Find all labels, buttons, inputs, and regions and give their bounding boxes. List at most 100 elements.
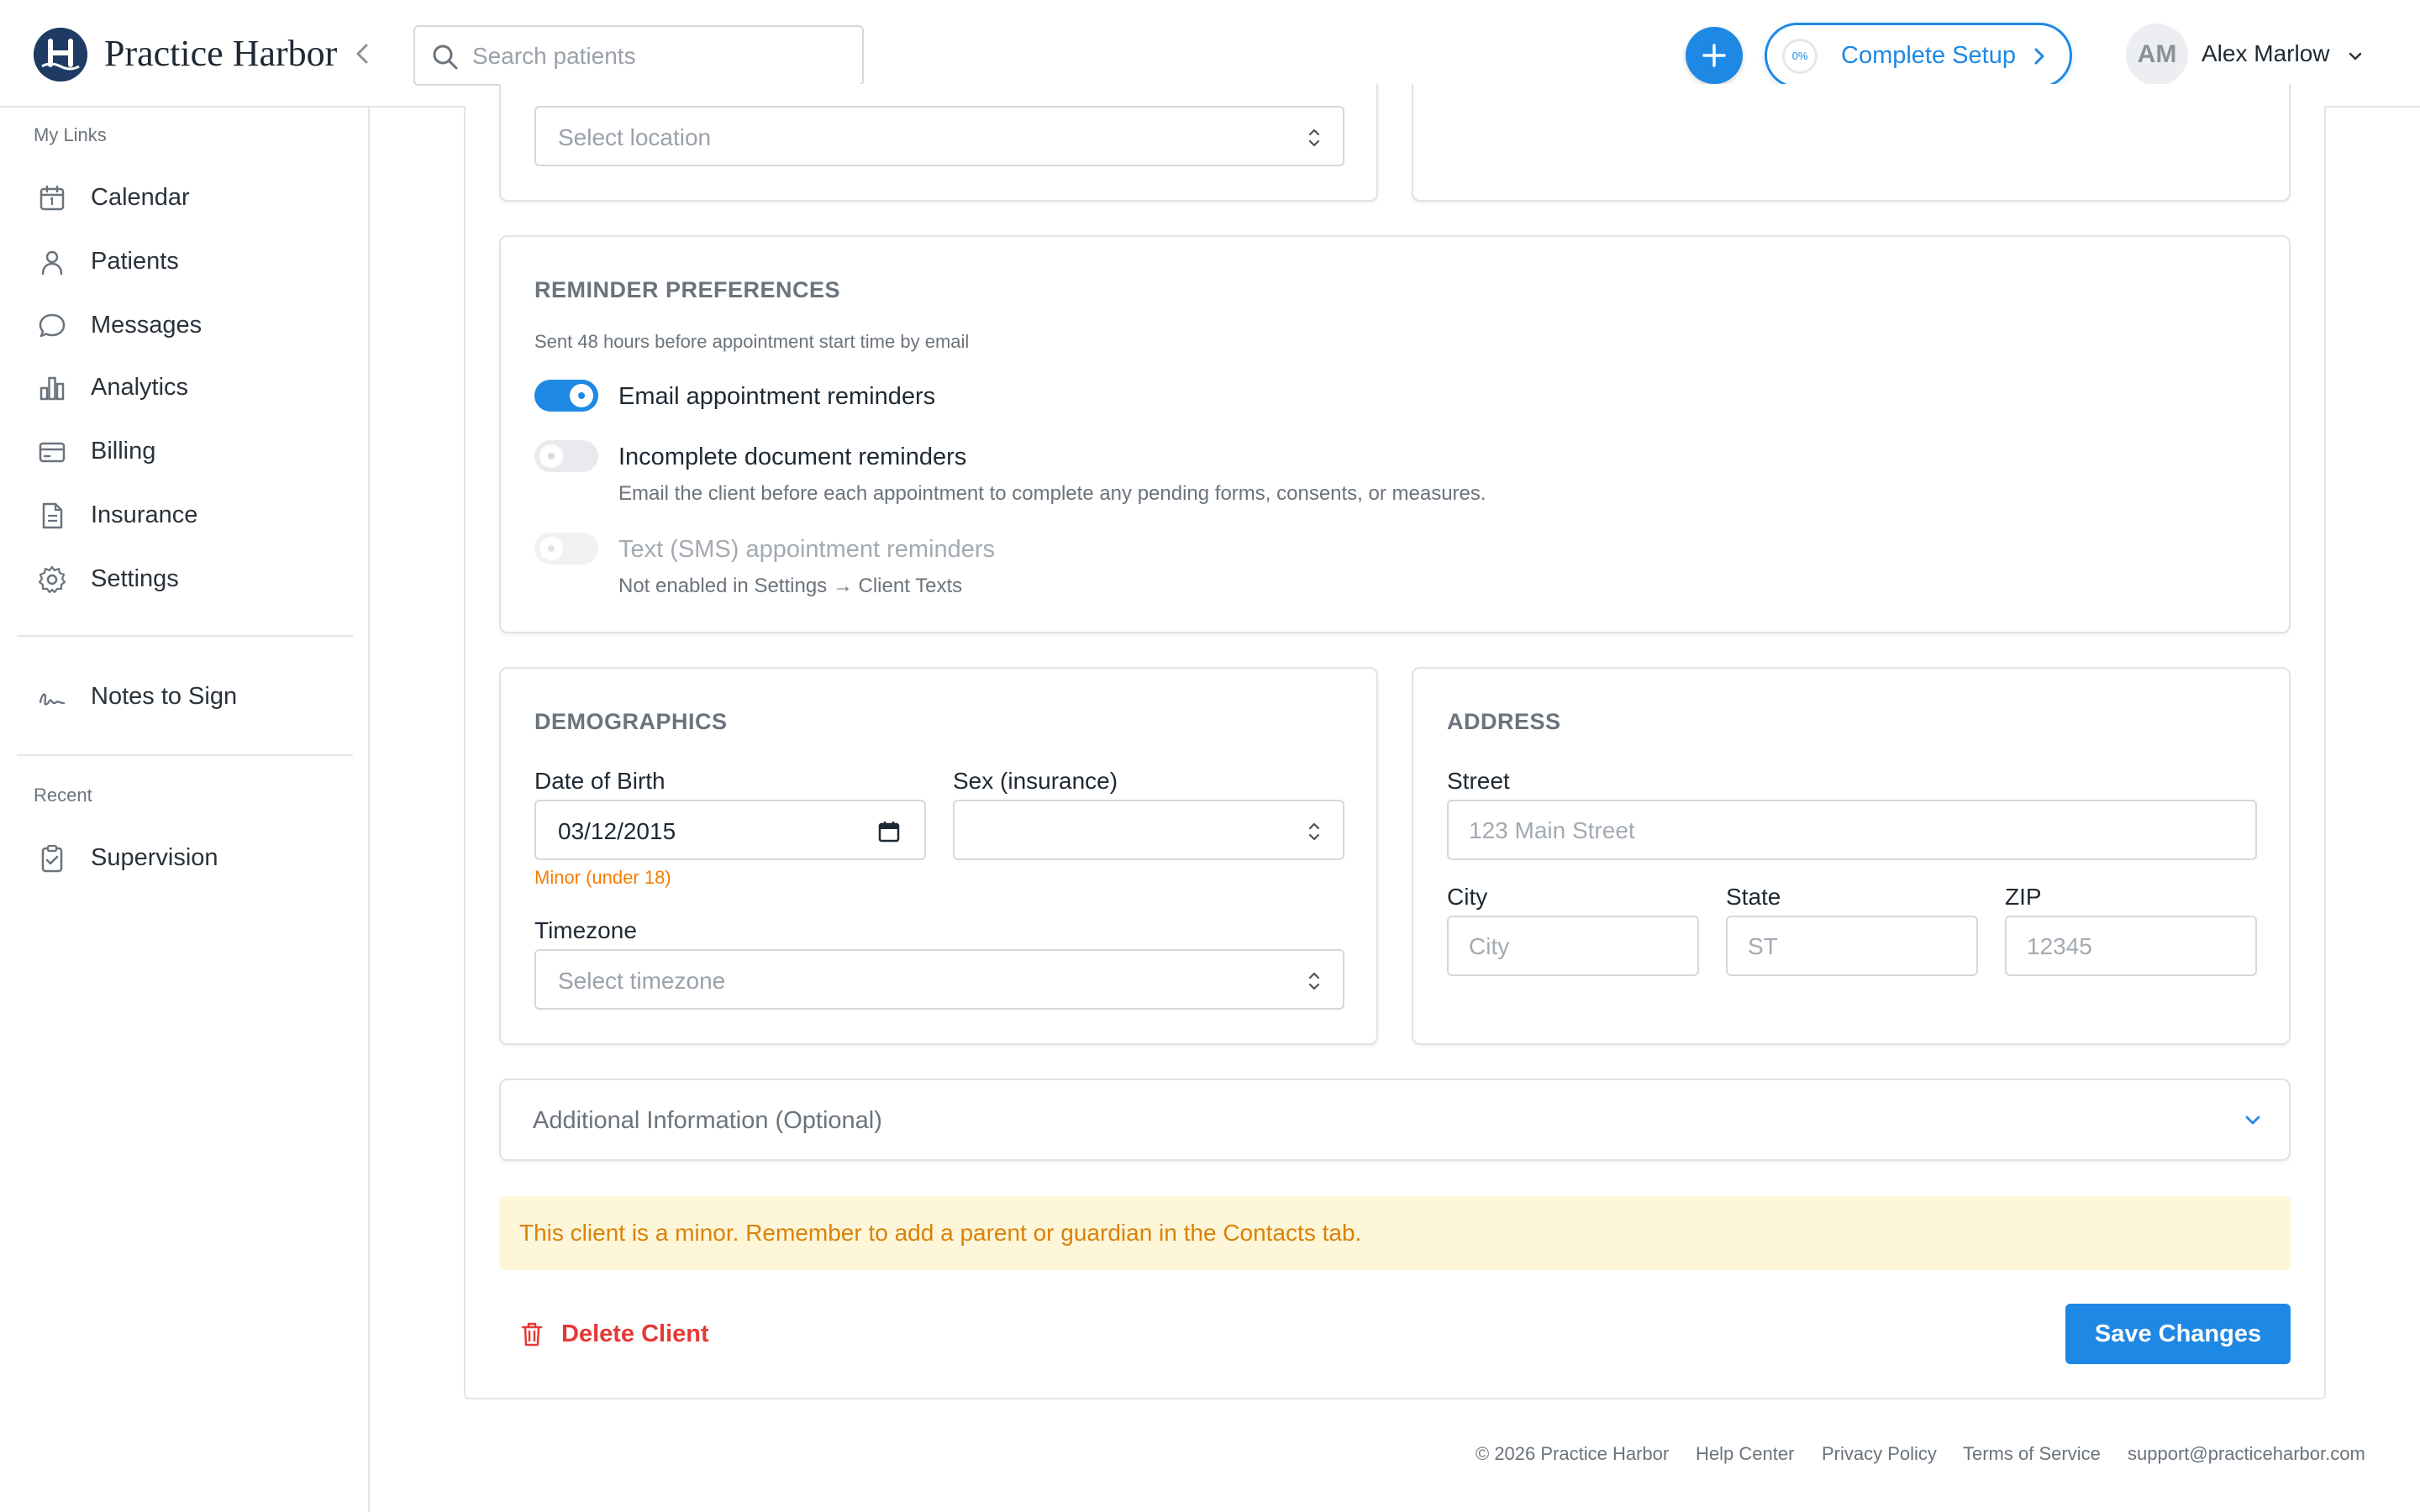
date-of-birth-label: Date of Birth <box>534 768 666 794</box>
sidebar-item-billing[interactable]: Billing <box>17 425 353 475</box>
sidebar-item-label: Insurance <box>91 501 198 528</box>
city-label: City <box>1447 884 1488 910</box>
sidebar-item-label: Patients <box>91 248 179 275</box>
minor-warning-banner: This client is a minor. Remember to add … <box>499 1196 2291 1270</box>
setup-progress-text: 0% <box>1791 50 1808 62</box>
avatar[interactable]: AM <box>2126 24 2188 86</box>
bar-chart-icon <box>39 376 65 401</box>
gear-icon <box>38 565 66 594</box>
location-select[interactable]: Select location <box>534 106 1344 166</box>
street-label: Street <box>1447 768 1510 794</box>
delete-client-label: Delete Client <box>561 1320 709 1347</box>
incomplete-document-reminders-label: Incomplete document reminders <box>618 444 967 470</box>
sex-insurance-select[interactable] <box>953 800 1344 860</box>
timezone-label: Timezone <box>534 917 637 943</box>
street-field[interactable] <box>1447 800 2257 860</box>
setup-progress-ring: 0% <box>1782 39 1818 74</box>
sidebar-item-messages[interactable]: Messages <box>17 299 353 349</box>
patient-search[interactable] <box>413 25 864 86</box>
select-arrows-icon <box>1308 822 1320 841</box>
reminder-subtitle: Sent 48 hours before appointment start t… <box>534 331 970 352</box>
my-links-label: My Links <box>34 124 107 145</box>
credit-card-icon <box>39 442 66 463</box>
reminder-preferences-panel: REMINDER PREFERENCES Sent 48 hours befor… <box>499 235 2291 633</box>
sidebar-divider <box>17 635 353 637</box>
delete-client-button[interactable]: Delete Client <box>514 1310 716 1357</box>
document-icon <box>42 502 63 529</box>
city-field[interactable] <box>1447 916 1699 976</box>
sidebar-item-label: Supervision <box>91 844 218 871</box>
location-select-value: Select location <box>558 124 712 150</box>
select-arrows-icon <box>1308 129 1320 147</box>
footer-link-help-center[interactable]: Help Center <box>1696 1443 1794 1465</box>
incomplete-document-reminders-toggle[interactable] <box>534 440 598 472</box>
complete-setup-label: Complete Setup <box>1841 42 2016 69</box>
footer-link-support-email[interactable]: support@practiceharbor.com <box>2128 1443 2365 1465</box>
user-name[interactable]: Alex Marlow <box>2202 40 2329 67</box>
date-of-birth-value: 03/12/2015 <box>558 818 676 844</box>
plus-icon <box>1702 44 1726 67</box>
sidebar-item-label: Settings <box>91 565 179 592</box>
chevron-down-icon <box>2245 1116 2260 1125</box>
sms-reminders-label: Text (SMS) appointment reminders <box>618 536 996 563</box>
complete-setup-button[interactable]: 0% Complete Setup <box>1765 23 2072 88</box>
search-input[interactable] <box>472 35 842 77</box>
recent-label: Recent <box>34 785 92 806</box>
sidebar-divider <box>17 754 353 756</box>
sidebar-item-label: Notes to Sign <box>91 683 238 710</box>
reminder-preferences-title: REMINDER PREFERENCES <box>534 277 841 302</box>
person-icon <box>41 250 63 276</box>
sidebar-item-settings[interactable]: Settings <box>17 553 353 603</box>
email-reminders-toggle[interactable] <box>534 380 598 412</box>
sidebar-item-supervision[interactable]: Supervision <box>17 832 353 882</box>
sidebar-item-calendar[interactable]: Calendar <box>17 171 353 222</box>
sex-insurance-label: Sex (insurance) <box>953 768 1118 794</box>
demographics-panel: DEMOGRAPHICS Date of Birth 03/12/2015 Mi… <box>499 667 1378 1045</box>
footer-link-terms-of-service[interactable]: Terms of Service <box>1963 1443 2101 1465</box>
state-input[interactable] <box>1748 926 1956 968</box>
zip-input[interactable] <box>2027 926 2235 968</box>
timezone-select-value: Select timezone <box>558 968 726 994</box>
address-title: ADDRESS <box>1447 709 1561 734</box>
chat-icon <box>39 313 66 338</box>
sidebar-item-patients[interactable]: Patients <box>17 235 353 286</box>
calendar-icon <box>39 185 65 211</box>
city-input[interactable] <box>1469 926 1677 968</box>
minor-warning-text: This client is a minor. Remember to add … <box>519 1220 1362 1246</box>
quick-add-button[interactable] <box>1686 27 1743 84</box>
brand-logo-icon[interactable] <box>34 28 87 81</box>
calendar-picker-icon[interactable] <box>877 820 901 843</box>
date-of-birth-field[interactable]: 03/12/2015 <box>534 800 926 860</box>
footer-link-privacy-policy[interactable]: Privacy Policy <box>1822 1443 1937 1465</box>
chevron-down-icon[interactable] <box>2346 47 2365 66</box>
sms-reminders-desc: Not enabled in Settings → Client Texts <box>618 575 963 597</box>
sidebar-item-analytics[interactable]: Analytics <box>17 361 353 412</box>
collapse-sidebar-chevron-icon[interactable] <box>348 37 375 71</box>
sidebar-item-label: Messages <box>91 312 203 339</box>
zip-field[interactable] <box>2005 916 2257 976</box>
select-arrows-icon <box>1308 972 1320 990</box>
street-input[interactable] <box>1469 810 2235 852</box>
sidebar-item-insurance[interactable]: Insurance <box>17 489 353 539</box>
sidebar: My Links Calendar Patients Messages Anal… <box>0 108 370 1512</box>
chevron-right-icon <box>2034 48 2044 65</box>
sidebar-item-label: Analytics <box>91 374 189 401</box>
address-panel: ADDRESS Street City State ZIP <box>1412 667 2291 1045</box>
state-field[interactable] <box>1726 916 1978 976</box>
sidebar-item-label: Billing <box>91 438 156 465</box>
right-top-panel <box>1412 84 2291 202</box>
footer-copyright: © 2026 Practice Harbor <box>1476 1443 1670 1464</box>
additional-information-label: Additional Information (Optional) <box>533 1107 882 1134</box>
location-panel: Select location <box>499 84 1378 202</box>
sidebar-item-notes-to-sign[interactable]: Notes to Sign <box>17 670 353 721</box>
incomplete-document-reminders-desc: Email the client before each appointment… <box>618 482 1486 505</box>
sms-reminders-toggle <box>534 533 598 564</box>
sidebar-item-label: Calendar <box>91 184 190 211</box>
minor-note: Minor (under 18) <box>534 867 671 888</box>
save-changes-button[interactable]: Save Changes <box>2065 1304 2291 1364</box>
demographics-title: DEMOGRAPHICS <box>534 709 728 734</box>
additional-information-accordion[interactable]: Additional Information (Optional) <box>499 1079 2291 1161</box>
zip-label: ZIP <box>2005 884 2042 910</box>
timezone-select[interactable]: Select timezone <box>534 949 1344 1010</box>
search-icon <box>433 45 458 70</box>
